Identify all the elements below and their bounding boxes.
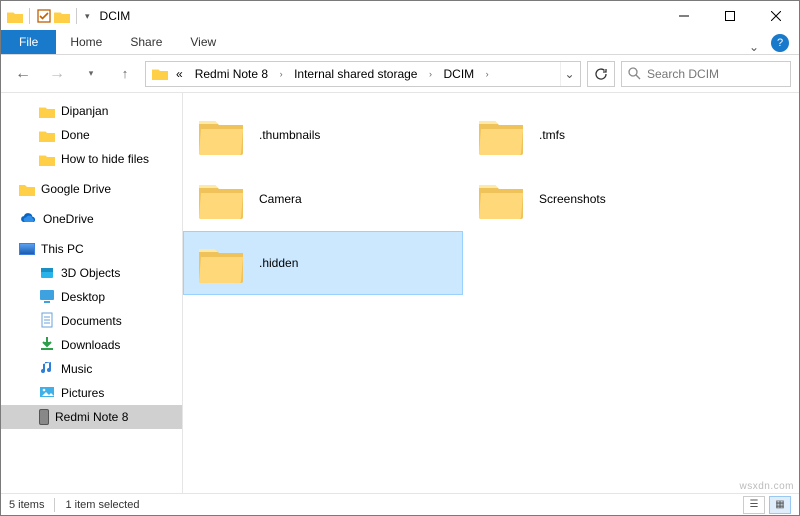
- breadcrumb-seg[interactable]: Internal shared storage: [288, 62, 423, 86]
- file-explorer-window: ▾ DCIM File Home Share View ⌄ ? ← → ▾ ↑ …: [0, 0, 800, 516]
- folder-item-label: Screenshots: [539, 192, 606, 206]
- downloads-icon: [39, 336, 55, 355]
- sidebar-item-label: Documents: [61, 314, 122, 328]
- content-pane[interactable]: .thumbnails .tmfs Camera Screenshots .hidden: [183, 93, 799, 493]
- up-button[interactable]: ↑: [111, 60, 139, 88]
- qat-checkbox-icon[interactable]: [36, 8, 52, 24]
- sidebar-item-label: Pictures: [61, 386, 104, 400]
- sidebar-item-label: Downloads: [61, 338, 120, 352]
- folder-icon: [197, 243, 245, 283]
- forward-button[interactable]: →: [43, 60, 71, 88]
- sidebar-item-label: How to hide files: [61, 152, 149, 166]
- tab-share[interactable]: Share: [116, 30, 176, 54]
- folder-icon: [197, 115, 245, 155]
- folder-item[interactable]: Screenshots: [463, 167, 743, 231]
- sidebar-item-3d[interactable]: 3D Objects: [1, 261, 182, 285]
- address-dropdown-icon[interactable]: ⌄: [560, 62, 578, 86]
- sidebar-item-quick[interactable]: Done: [1, 123, 182, 147]
- sidebar-item-label: OneDrive: [43, 212, 94, 226]
- chevron-right-icon[interactable]: ›: [423, 69, 437, 79]
- sidebar-item-label: Google Drive: [41, 182, 111, 196]
- sidebar-item-music[interactable]: Music: [1, 357, 182, 381]
- address-bar: ← → ▾ ↑ « Redmi Note 8 › Internal shared…: [1, 55, 799, 93]
- sidebar-item-label: Desktop: [61, 290, 105, 304]
- maximize-button[interactable]: [707, 1, 753, 31]
- tab-home[interactable]: Home: [56, 30, 116, 54]
- sidebar-item-label: Dipanjan: [61, 104, 108, 118]
- titlebar[interactable]: ▾ DCIM: [1, 1, 799, 31]
- folder-item[interactable]: .thumbnails: [183, 103, 463, 167]
- refresh-button[interactable]: [587, 61, 615, 87]
- sidebar-item-desktop[interactable]: Desktop: [1, 285, 182, 309]
- documents-icon: [39, 312, 55, 331]
- app-icon: [7, 10, 23, 23]
- watermark: wsxdn.com: [739, 481, 794, 492]
- status-count: 5 items: [9, 499, 44, 511]
- breadcrumb-seg[interactable]: DCIM: [437, 62, 480, 86]
- folder-item[interactable]: Camera: [183, 167, 463, 231]
- qat-folder-icon[interactable]: [54, 10, 70, 23]
- search-icon: [628, 67, 641, 80]
- folder-item[interactable]: .tmfs: [463, 103, 743, 167]
- close-button[interactable]: [753, 1, 799, 31]
- nav-pane[interactable]: Dipanjan Done How to hide files Google Dri…: [1, 93, 183, 493]
- help-icon[interactable]: ?: [771, 34, 789, 52]
- minimize-button[interactable]: [661, 1, 707, 31]
- this-pc-icon: [19, 243, 35, 255]
- tab-view[interactable]: View: [176, 30, 230, 54]
- search-input[interactable]: Search DCIM: [621, 61, 791, 87]
- sidebar-item-quick[interactable]: Dipanjan: [1, 99, 182, 123]
- sidebar-item-phone[interactable]: Redmi Note 8: [1, 405, 182, 429]
- folder-icon: [477, 115, 525, 155]
- sidebar-item-label: This PC: [41, 242, 84, 256]
- onedrive-icon: [19, 213, 37, 225]
- sidebar-item-google-drive[interactable]: Google Drive: [1, 177, 182, 201]
- ribbon-collapse-icon[interactable]: ⌄: [741, 40, 767, 54]
- sidebar-item-label: Redmi Note 8: [55, 410, 128, 424]
- address-box[interactable]: « Redmi Note 8 › Internal shared storage…: [145, 61, 581, 87]
- folder-item-label: Camera: [259, 192, 302, 206]
- chevron-right-icon[interactable]: ›: [480, 69, 494, 79]
- folder-item[interactable]: .hidden: [183, 231, 463, 295]
- folder-item-label: .tmfs: [539, 128, 565, 142]
- file-tab[interactable]: File: [1, 30, 56, 54]
- 3d-icon: [39, 264, 55, 283]
- sidebar-item-documents[interactable]: Documents: [1, 309, 182, 333]
- folder-icon: [39, 105, 55, 118]
- chevron-right-icon[interactable]: ›: [274, 69, 288, 79]
- sidebar-item-downloads[interactable]: Downloads: [1, 333, 182, 357]
- sidebar-item-label: Done: [61, 128, 90, 142]
- folder-icon: [39, 153, 55, 166]
- status-bar: 5 items 1 item selected ☰ ▦: [1, 493, 799, 515]
- search-placeholder: Search DCIM: [647, 67, 719, 81]
- ribbon-tabs: File Home Share View ⌄ ?: [1, 31, 799, 55]
- desktop-icon: [39, 288, 55, 307]
- window-title: DCIM: [100, 9, 131, 23]
- back-button[interactable]: ←: [9, 60, 37, 88]
- pictures-icon: [39, 384, 55, 403]
- folder-icon: [477, 179, 525, 219]
- folder-item-label: .hidden: [259, 256, 298, 270]
- folder-icon: [39, 129, 55, 142]
- sidebar-item-onedrive[interactable]: OneDrive: [1, 207, 182, 231]
- breadcrumb-overflow[interactable]: «: [170, 62, 189, 86]
- status-selected: 1 item selected: [65, 499, 139, 511]
- breadcrumb-seg[interactable]: Redmi Note 8: [189, 62, 274, 86]
- qat-dropdown-icon[interactable]: ▾: [83, 9, 92, 24]
- view-icons-button[interactable]: ▦: [769, 496, 791, 514]
- recent-dropdown-icon[interactable]: ▾: [77, 60, 105, 88]
- sidebar-item-label: Music: [61, 362, 92, 376]
- sidebar-item-this-pc[interactable]: This PC: [1, 237, 182, 261]
- folder-item-label: .thumbnails: [259, 128, 320, 142]
- address-folder-icon: [152, 67, 168, 80]
- sidebar-item-pictures[interactable]: Pictures: [1, 381, 182, 405]
- sidebar-item-quick[interactable]: How to hide files: [1, 147, 182, 171]
- phone-icon: [39, 409, 49, 425]
- view-details-button[interactable]: ☰: [743, 496, 765, 514]
- music-icon: [39, 360, 55, 379]
- folder-icon: [197, 179, 245, 219]
- folder-icon: [19, 183, 35, 196]
- sidebar-item-label: 3D Objects: [61, 266, 120, 280]
